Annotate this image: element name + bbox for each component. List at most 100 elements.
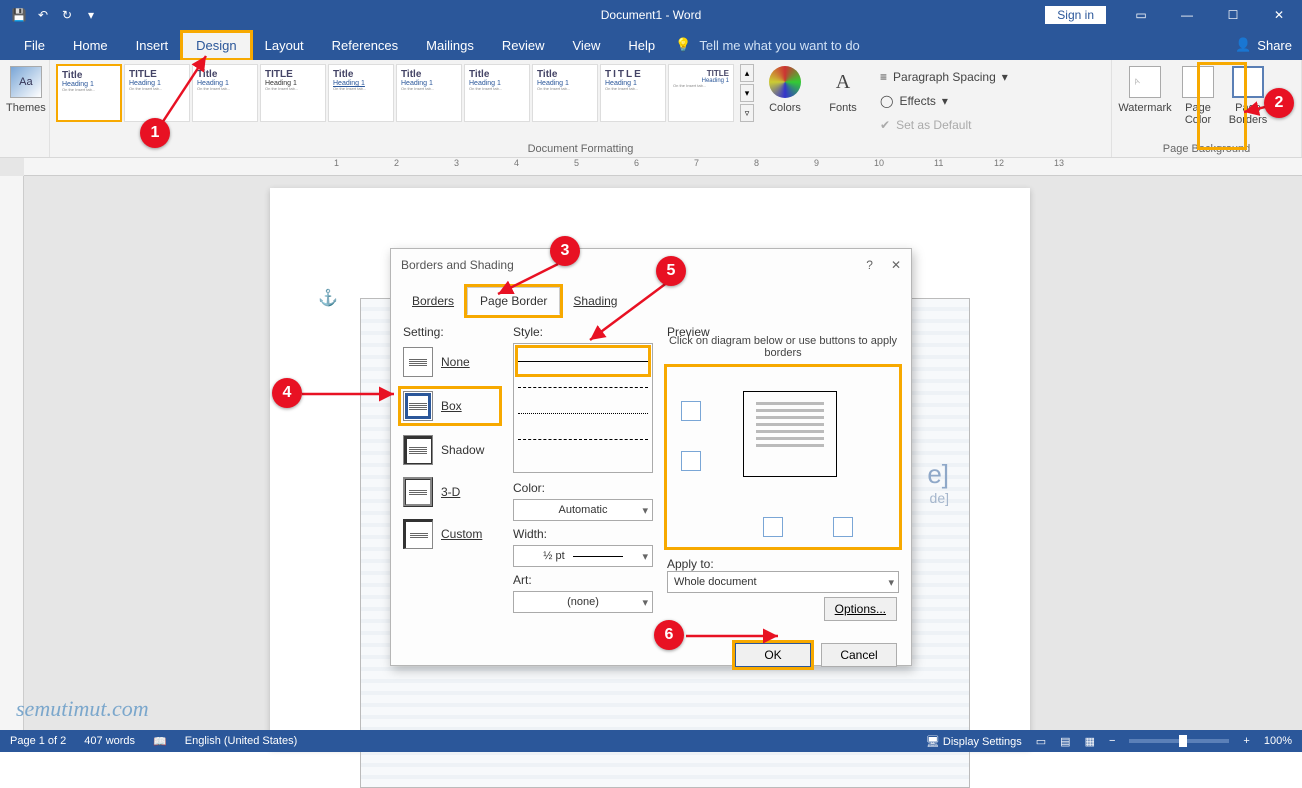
ok-button[interactable]: OK [735, 643, 811, 667]
redo-icon[interactable]: ↻ [58, 6, 76, 24]
style-thumb[interactable]: TITLEHeading 1On the Insert tab... [600, 64, 666, 122]
style-thumb[interactable]: TitleHeading 1On the Insert tab... [192, 64, 258, 122]
style-thumb[interactable]: TitleHeading 1On the Insert tab... [464, 64, 530, 122]
menu-mailings[interactable]: Mailings [412, 32, 488, 59]
style-thumb[interactable]: TitleHeading 1On the Insert tab... [532, 64, 598, 122]
options-button[interactable]: Options... [824, 597, 897, 621]
gallery-up-icon[interactable]: ▴ [740, 64, 754, 82]
style-thumb[interactable]: TitleHeading 1On the Insert tab... [396, 64, 462, 122]
gallery-more-icon[interactable]: ▿ [740, 104, 754, 122]
style-gallery[interactable]: TitleHeading 1On the Insert tab... TITLE… [56, 64, 734, 122]
style-dotted[interactable] [518, 400, 648, 426]
style-thumb[interactable]: TITLEHeading 1On the Insert tab... [260, 64, 326, 122]
menu-review[interactable]: Review [488, 32, 559, 59]
signin-button[interactable]: Sign in [1045, 6, 1106, 24]
watermark-icon: A [1129, 66, 1161, 98]
zoom-slider[interactable] [1129, 739, 1229, 743]
set-default-button[interactable]: ✔Set as Default [880, 114, 1008, 136]
dialog-close-icon[interactable]: ✕ [891, 258, 901, 272]
width-combo[interactable]: ½ pt [513, 545, 653, 567]
status-language[interactable]: English (United States) [185, 735, 298, 747]
style-list[interactable] [513, 343, 653, 473]
tell-me-placeholder: Tell me what you want to do [699, 38, 859, 53]
share-button[interactable]: 👤 Share [1235, 37, 1292, 53]
maximize-icon[interactable]: ☐ [1210, 0, 1256, 30]
color-combo[interactable]: Automatic [513, 499, 653, 521]
formatting-options: ≡Paragraph Spacing▾ ◯Effects▾ ✔Set as De… [874, 64, 1014, 138]
menu-design[interactable]: Design [182, 32, 250, 59]
menu-layout[interactable]: Layout [251, 32, 318, 59]
setting-custom[interactable]: Custom [403, 519, 499, 549]
dialog-title: Borders and Shading [401, 258, 514, 272]
ruler-vertical[interactable] [0, 176, 24, 730]
status-words[interactable]: 407 words [84, 735, 135, 747]
borders-and-shading-dialog: Borders and Shading ? ✕ Borders Page Bord… [390, 248, 912, 666]
share-icon: 👤 [1235, 37, 1251, 53]
tab-shading[interactable]: Shading [560, 287, 630, 315]
cancel-button[interactable]: Cancel [821, 643, 897, 667]
border-left-toggle[interactable] [763, 517, 783, 537]
callout-3: 3 [550, 236, 580, 266]
themes-button[interactable]: AaThemes [6, 64, 46, 136]
display-settings-button[interactable]: 🖥 Display Settings [926, 735, 1022, 748]
style-dashed-long[interactable] [518, 374, 648, 400]
save-icon[interactable]: 💾 [10, 6, 28, 24]
style-thumb[interactable]: TITLEHeading 1On the Insert tab... [124, 64, 190, 122]
tab-page-border[interactable]: Page Border [467, 287, 560, 315]
ruler-horizontal[interactable]: 12345678910111213 [24, 158, 1302, 176]
zoom-level[interactable]: 100% [1264, 735, 1292, 747]
color-label: Color: [513, 481, 653, 495]
zoom-out-icon[interactable]: − [1109, 735, 1115, 747]
dialog-titlebar[interactable]: Borders and Shading ? ✕ [391, 249, 911, 281]
preview-note: Click on diagram below or use buttons to… [667, 335, 899, 359]
style-solid[interactable] [518, 348, 648, 374]
watermark-button[interactable]: AWatermark [1118, 64, 1172, 136]
qat-customize-icon[interactable]: ▾ [82, 6, 100, 24]
ribbon-group-themes: AaThemes [0, 60, 50, 157]
colors-icon [769, 66, 801, 98]
style-thumb[interactable]: TitleHeading 1On the Insert tab... [328, 64, 394, 122]
setting-shadow[interactable]: Shadow [403, 435, 499, 465]
status-page[interactable]: Page 1 of 2 [10, 735, 66, 747]
ribbon-display-icon[interactable]: ▭ [1118, 0, 1164, 30]
colors-button[interactable]: Colors [758, 64, 812, 136]
gallery-down-icon[interactable]: ▾ [740, 84, 754, 102]
fonts-button[interactable]: AFonts [816, 64, 870, 136]
menu-references[interactable]: References [318, 32, 412, 59]
border-bottom-toggle[interactable] [681, 451, 701, 471]
menu-home[interactable]: Home [59, 32, 122, 59]
setting-box[interactable]: Box [401, 389, 499, 423]
tell-me-search[interactable]: 💡 Tell me what you want to do [675, 37, 860, 53]
menu-file[interactable]: File [10, 32, 59, 59]
view-print-icon[interactable]: ▤ [1060, 735, 1070, 748]
tab-borders[interactable]: Borders [399, 287, 467, 315]
art-combo[interactable]: (none) [513, 591, 653, 613]
border-right-toggle[interactable] [833, 517, 853, 537]
dialog-help-icon[interactable]: ? [866, 258, 873, 272]
cover-subtitle-placeholder[interactable]: de] [927, 490, 949, 506]
proofing-icon[interactable]: 📖 [153, 735, 167, 748]
apply-to-combo[interactable]: Whole document [667, 571, 899, 593]
view-read-icon[interactable]: ▭ [1036, 735, 1046, 748]
setting-3d[interactable]: 3-D [403, 477, 499, 507]
minimize-icon[interactable]: — [1164, 0, 1210, 30]
undo-icon[interactable]: ↶ [34, 6, 52, 24]
menu-view[interactable]: View [558, 32, 614, 59]
effects-button[interactable]: ◯Effects▾ [880, 90, 1008, 112]
callout-5: 5 [656, 256, 686, 286]
style-dashed[interactable] [518, 426, 648, 452]
style-thumb[interactable]: TITLEHeading 1On the Insert tab... [668, 64, 734, 122]
menu-insert[interactable]: Insert [122, 32, 183, 59]
cover-title-placeholder[interactable]: e] [927, 459, 949, 490]
effects-icon: ◯ [880, 94, 893, 108]
view-web-icon[interactable]: ▦ [1085, 735, 1095, 748]
group-label-formatting: Document Formatting [56, 141, 1105, 155]
border-top-toggle[interactable] [681, 401, 701, 421]
style-thumb[interactable]: TitleHeading 1On the Insert tab... [56, 64, 122, 122]
menu-help[interactable]: Help [614, 32, 669, 59]
zoom-in-icon[interactable]: + [1243, 735, 1249, 747]
setting-none[interactable]: None [403, 347, 499, 377]
preview-page[interactable] [743, 391, 837, 477]
paragraph-spacing-button[interactable]: ≡Paragraph Spacing▾ [880, 66, 1008, 88]
close-icon[interactable]: ✕ [1256, 0, 1302, 30]
